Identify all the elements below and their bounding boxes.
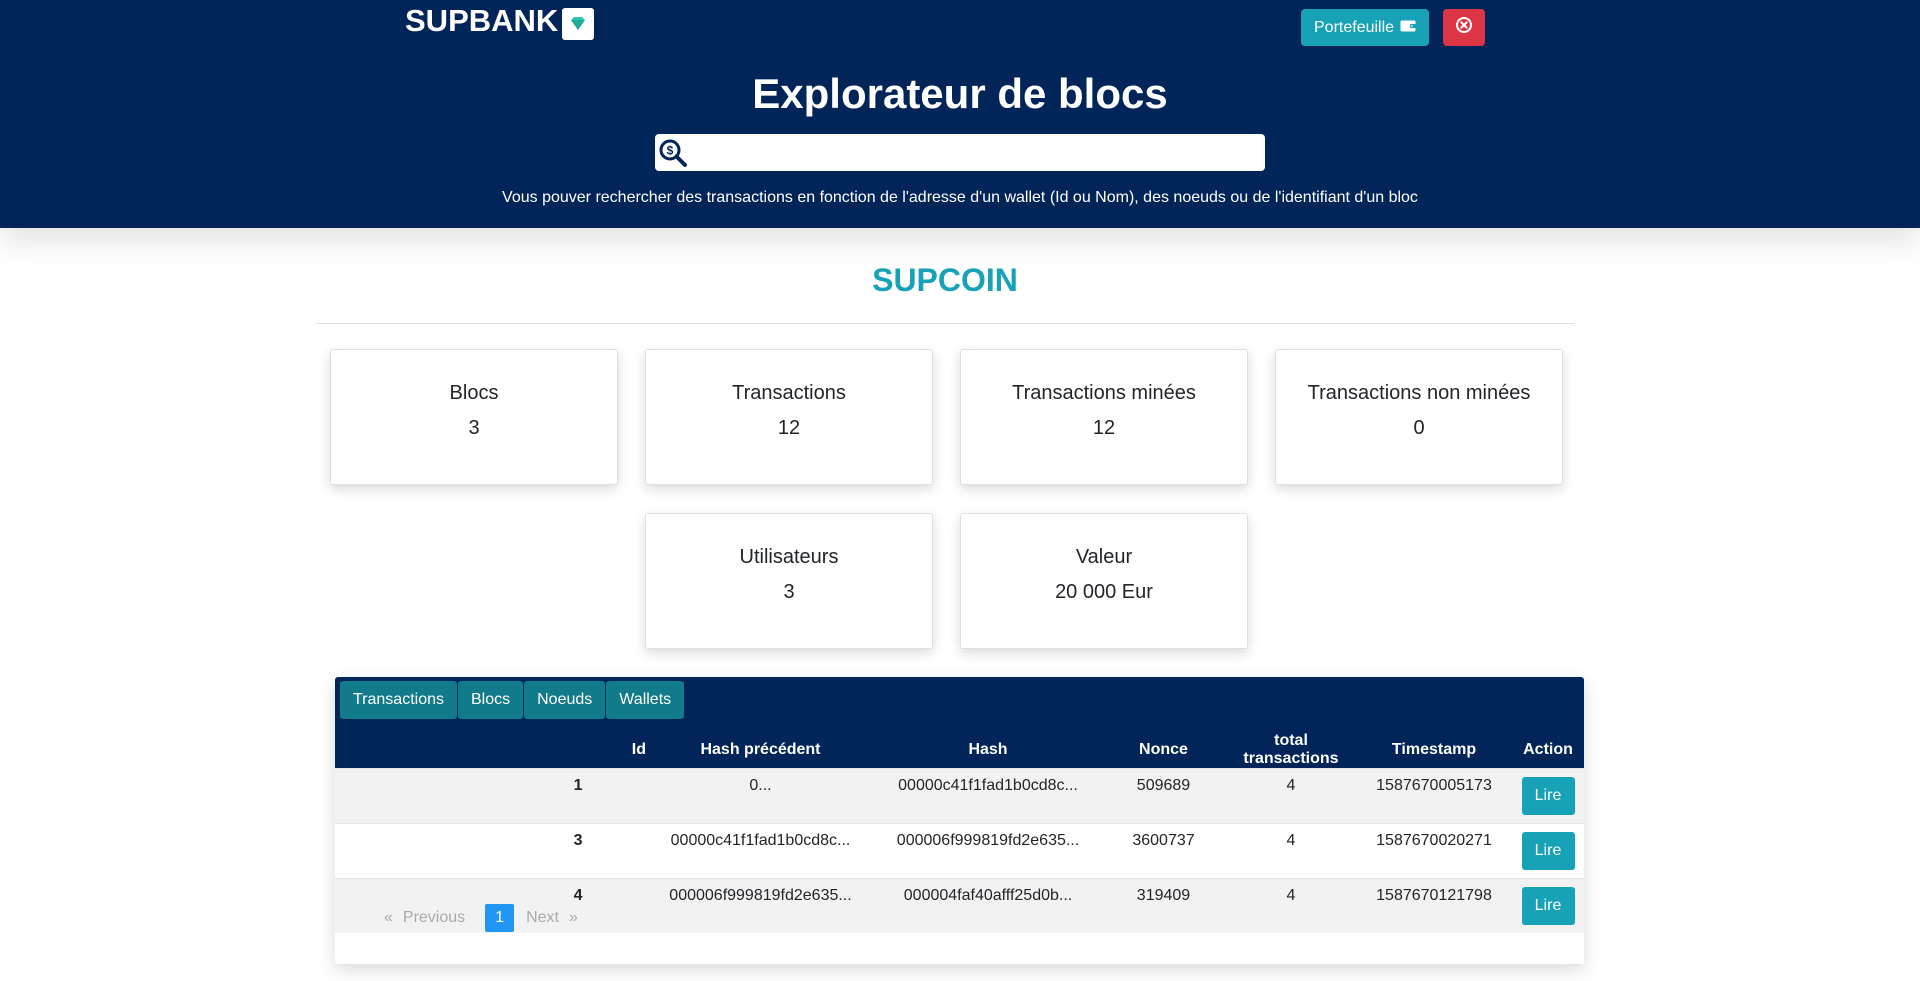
- diamond-icon: [562, 8, 595, 40]
- section-title: SUPCOIN: [872, 262, 1018, 298]
- stat-card-users: Utilisateurs 3: [645, 513, 933, 649]
- stat-label: Blocs: [449, 382, 499, 404]
- stat-label: Utilisateurs: [739, 546, 839, 568]
- explorer-panel: Transactions Blocs Noeuds Wallets Id Has…: [335, 677, 1584, 964]
- cell-hash: 000006f999819fd2e635...: [875, 823, 1101, 879]
- column-header[interactable]: Nonce: [1101, 732, 1226, 769]
- cell-total: 4: [1226, 878, 1356, 933]
- column-header[interactable]: Timestamp: [1356, 732, 1512, 769]
- cell-prev-hash: 000006f999819fd2e635...: [646, 878, 875, 933]
- pagination-last[interactable]: »: [569, 909, 578, 927]
- column-header-label: Id: [631, 741, 646, 758]
- table-row: 3 00000c41f1fad1b0cd8c... 000006f999819f…: [335, 823, 1584, 879]
- column-header[interactable]: total transactions: [1226, 732, 1356, 769]
- search-input[interactable]: [691, 135, 1265, 170]
- stat-value: 0: [1413, 417, 1425, 439]
- tab-blocks[interactable]: Blocs: [458, 681, 524, 719]
- stat-value: 12: [1092, 417, 1116, 439]
- divider: [315, 323, 1574, 324]
- tab-bar: Transactions Blocs Noeuds Wallets: [340, 681, 685, 719]
- stat-label: Transactions minées: [1012, 382, 1196, 404]
- column-header[interactable]: Hash: [875, 732, 1101, 769]
- cell-action: Lire: [1512, 768, 1584, 824]
- cell-total: 4: [1226, 768, 1356, 824]
- cell-prev-hash: 00000c41f1fad1b0cd8c...: [646, 823, 875, 879]
- stat-label: Valeur: [1075, 546, 1133, 568]
- close-circle-icon: [1455, 16, 1473, 39]
- cell-nonce: 509689: [1101, 768, 1226, 824]
- stat-card-transactions: Transactions 12: [645, 349, 933, 485]
- cell-id-value: 4: [573, 887, 583, 904]
- cell-timestamp: 1587670005173: [1356, 768, 1512, 824]
- pagination-current-page[interactable]: 1: [485, 904, 515, 932]
- search-help-text: Vous pouver rechercher des transactions …: [502, 189, 1418, 206]
- stat-card-value: Valeur 20 000 Eur: [960, 513, 1248, 649]
- stat-value: 20 000 Eur: [1055, 581, 1153, 603]
- cell-timestamp: 1587670020271: [1356, 823, 1512, 879]
- stat-card-mined: Transactions minées 12: [960, 349, 1248, 485]
- cell-id: 1: [335, 768, 646, 824]
- logout-button[interactable]: [1443, 9, 1485, 46]
- read-button[interactable]: Lire: [1521, 777, 1575, 815]
- blocks-table: Id Hash précédent Hash Nonce total trans…: [335, 732, 1584, 933]
- cell-total: 4: [1226, 823, 1356, 879]
- stat-card-unmined: Transactions non minées 0: [1275, 349, 1563, 485]
- cell-id: 3: [335, 823, 646, 879]
- wallet-button[interactable]: Portefeuille: [1301, 9, 1430, 46]
- table-row: 1 0... 00000c41f1fad1b0cd8c... 509689 4 …: [335, 768, 1584, 824]
- tab-transactions[interactable]: Transactions: [340, 681, 457, 719]
- column-header[interactable]: Hash précédent: [646, 732, 875, 769]
- brand[interactable]: SUPBANK: [405, 2, 595, 40]
- cell-action: Lire: [1512, 878, 1584, 933]
- tab-wallets[interactable]: Wallets: [606, 681, 685, 719]
- cell-id-value: 3: [573, 832, 583, 849]
- column-header[interactable]: Id: [335, 732, 646, 769]
- pagination-first[interactable]: «: [384, 909, 393, 927]
- pagination-next[interactable]: Next: [526, 909, 559, 927]
- stat-label: Transactions: [732, 382, 846, 404]
- cell-prev-hash: 0...: [646, 768, 875, 824]
- wallet-button-label: Portefeuille: [1314, 18, 1395, 36]
- pagination-previous[interactable]: Previous: [403, 909, 465, 927]
- cell-hash: 000004faf40afff25d0b...: [875, 878, 1101, 933]
- pagination: « Previous 1 Next »: [384, 904, 588, 932]
- stat-value: 3: [783, 581, 795, 603]
- cell-timestamp: 1587670121798: [1356, 878, 1512, 933]
- read-button[interactable]: Lire: [1521, 832, 1575, 870]
- cell-action: Lire: [1512, 823, 1584, 879]
- brand-name: SUPBANK: [405, 3, 559, 38]
- stat-value: 12: [777, 417, 801, 439]
- cell-nonce: 3600737: [1101, 823, 1226, 879]
- svg-text:$: $: [667, 143, 674, 157]
- stat-label: Transactions non minées: [1307, 382, 1531, 404]
- read-button[interactable]: Lire: [1521, 887, 1575, 925]
- tab-nodes[interactable]: Noeuds: [524, 681, 606, 719]
- stat-value: 3: [468, 417, 480, 439]
- dollar-search-icon[interactable]: $: [655, 134, 691, 171]
- panel-header: Transactions Blocs Noeuds Wallets: [335, 677, 1584, 732]
- page-title: Explorateur de blocs: [752, 70, 1168, 117]
- cell-id-value: 1: [573, 777, 583, 794]
- table-header-row: Id Hash précédent Hash Nonce total trans…: [335, 732, 1584, 769]
- cell-nonce: 319409: [1101, 878, 1226, 933]
- header: SUPBANK Portefeuille Explorateur de bloc…: [0, 0, 1920, 228]
- search-box: $: [655, 134, 1265, 171]
- stat-card-blocks: Blocs 3: [330, 349, 618, 485]
- wallet-icon: [1400, 19, 1417, 37]
- cell-hash: 00000c41f1fad1b0cd8c...: [875, 768, 1101, 824]
- column-header[interactable]: Action: [1512, 732, 1584, 769]
